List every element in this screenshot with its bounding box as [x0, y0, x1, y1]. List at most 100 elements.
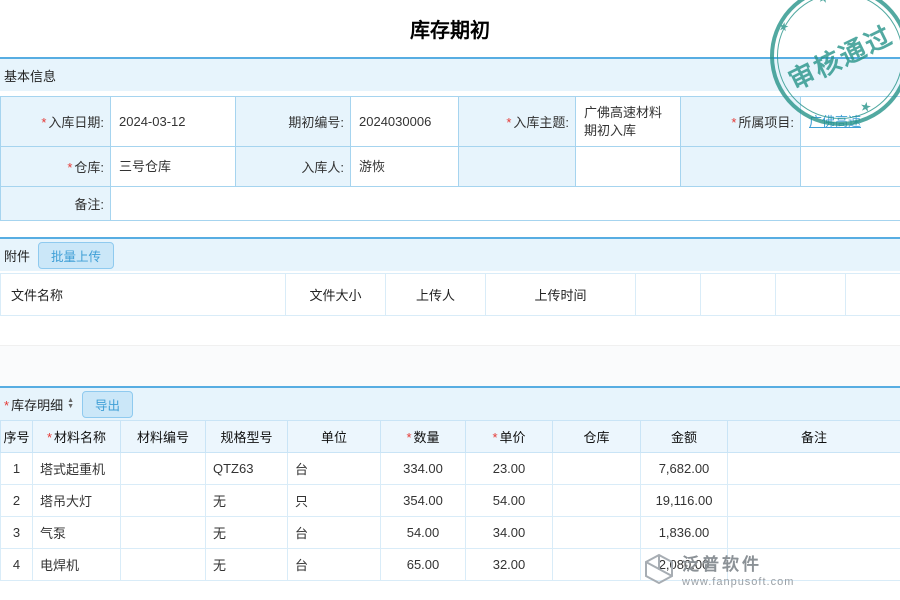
cell-seq: 3: [1, 517, 33, 549]
initial-no-value: 2024030006: [351, 97, 459, 147]
page-title: 库存期初: [0, 0, 900, 57]
in-date-value: 2024-03-12: [111, 97, 236, 147]
detail-header-row: 序号 *材料名称 材料编号 规格型号 单位 *数量 *单价 仓库 金额 备注: [1, 421, 900, 453]
section-attachments: 附件 批量上传 文件名称 文件大小 上传人 上传时间: [0, 237, 900, 386]
cell-spec: 无: [206, 485, 288, 517]
attachments-title: 附件: [4, 246, 30, 265]
in-date-label: *入库日期:: [1, 97, 111, 147]
col-header-remark: 备注: [728, 421, 900, 453]
cell-remark: [728, 453, 900, 485]
empty-header-cell: [776, 274, 846, 316]
warehouse-value: 三号仓库: [111, 147, 236, 187]
cell-amount: 7,682.00: [641, 453, 728, 485]
cell-unit: 台: [288, 549, 381, 581]
cell-spec: QTZ63: [206, 453, 288, 485]
attachments-empty-body: [0, 316, 900, 346]
cell-unit: 只: [288, 485, 381, 517]
empty-value-cell: [801, 147, 900, 187]
cell-warehouse: [553, 549, 641, 581]
sort-down-icon: ▼: [67, 404, 74, 410]
col-header-file-size: 文件大小: [286, 274, 386, 316]
col-header-price: *单价: [466, 421, 553, 453]
project-link[interactable]: 广佛高速: [809, 114, 861, 129]
cell-material-name: 电焊机: [33, 549, 121, 581]
section-gap: [0, 346, 900, 386]
empty-label-cell: [459, 147, 576, 187]
cell-warehouse: [553, 453, 641, 485]
cell-seq: 1: [1, 453, 33, 485]
table-row: 2 塔吊大灯 无 只 354.00 54.00 19,116.00: [1, 485, 900, 517]
in-subject-value: 广佛高速材料期初入库: [576, 97, 681, 147]
fanpu-logo-icon: [642, 552, 676, 586]
col-header-file-name: 文件名称: [1, 274, 286, 316]
export-button[interactable]: 导出: [82, 391, 133, 418]
cell-material-name: 气泵: [33, 517, 121, 549]
col-header-warehouse: 仓库: [553, 421, 641, 453]
col-header-material-name: *材料名称: [33, 421, 121, 453]
sort-toggle-icon[interactable]: ▲ ▼: [67, 398, 74, 410]
cell-qty: 354.00: [381, 485, 466, 517]
col-header-material-code: 材料编号: [121, 421, 206, 453]
cell-material-code: [121, 517, 206, 549]
empty-header-cell: [636, 274, 701, 316]
cell-qty: 334.00: [381, 453, 466, 485]
col-header-qty: *数量: [381, 421, 466, 453]
cell-price: 34.00: [466, 517, 553, 549]
cell-seq: 4: [1, 549, 33, 581]
page: 库存期初 审核通过 ★ ★ ★ 基本信息 *入库日期: 2024-03-12 期…: [0, 0, 900, 581]
project-label: *所属项目:: [681, 97, 801, 147]
fanpu-logo: 泛普软件 www.fanpusoft.com: [642, 550, 794, 588]
empty-header-cell: [701, 274, 776, 316]
col-header-upload-time: 上传时间: [486, 274, 636, 316]
empty-value-cell: [576, 147, 681, 187]
col-header-amount: 金额: [641, 421, 728, 453]
cell-material-name: 塔吊大灯: [33, 485, 121, 517]
table-row: 1 塔式起重机 QTZ63 台 334.00 23.00 7,682.00: [1, 453, 900, 485]
empty-label-cell: [681, 147, 801, 187]
cell-remark: [728, 517, 900, 549]
col-header-spec: 规格型号: [206, 421, 288, 453]
cell-material-code: [121, 549, 206, 581]
empty-header-cell: [846, 274, 900, 316]
project-value-cell: 广佛高速: [801, 97, 900, 147]
col-header-seq: 序号: [1, 421, 33, 453]
brand-name: 泛普软件: [682, 550, 794, 575]
in-person-label: 入库人:: [236, 147, 351, 187]
remark-value: [111, 187, 900, 221]
cell-qty: 65.00: [381, 549, 466, 581]
col-header-unit: 单位: [288, 421, 381, 453]
initial-no-label: 期初编号:: [236, 97, 351, 147]
cell-unit: 台: [288, 517, 381, 549]
cell-material-name: 塔式起重机: [33, 453, 121, 485]
cell-price: 54.00: [466, 485, 553, 517]
cell-unit: 台: [288, 453, 381, 485]
brand-url: www.fanpusoft.com: [682, 576, 794, 588]
cell-material-code: [121, 485, 206, 517]
cell-qty: 54.00: [381, 517, 466, 549]
basic-info-title: 基本信息: [4, 66, 56, 85]
in-person-value: 游恢: [351, 147, 459, 187]
cell-price: 23.00: [466, 453, 553, 485]
cell-spec: 无: [206, 517, 288, 549]
cell-warehouse: [553, 485, 641, 517]
cell-warehouse: [553, 517, 641, 549]
col-header-uploader: 上传人: [386, 274, 486, 316]
remark-label: 备注:: [1, 187, 111, 221]
section-detail-band: *库存明细 ▲ ▼ 导出: [0, 386, 900, 420]
detail-title: *库存明细: [4, 395, 63, 414]
table-row: 3 气泵 无 台 54.00 34.00 1,836.00: [1, 517, 900, 549]
cell-remark: [728, 485, 900, 517]
batch-upload-button[interactable]: 批量上传: [38, 242, 114, 269]
in-subject-label: *入库主题:: [459, 97, 576, 147]
attachments-table: 文件名称 文件大小 上传人 上传时间: [0, 273, 900, 316]
warehouse-label: *仓库:: [1, 147, 111, 187]
cell-seq: 2: [1, 485, 33, 517]
section-basic-info-band: 基本信息: [0, 57, 900, 91]
attachments-band: 附件 批量上传: [0, 237, 900, 271]
cell-material-code: [121, 453, 206, 485]
cell-amount: 1,836.00: [641, 517, 728, 549]
cell-price: 32.00: [466, 549, 553, 581]
cell-amount: 19,116.00: [641, 485, 728, 517]
basic-info-table: *入库日期: 2024-03-12 期初编号: 2024030006 *入库主题…: [0, 96, 900, 221]
cell-spec: 无: [206, 549, 288, 581]
